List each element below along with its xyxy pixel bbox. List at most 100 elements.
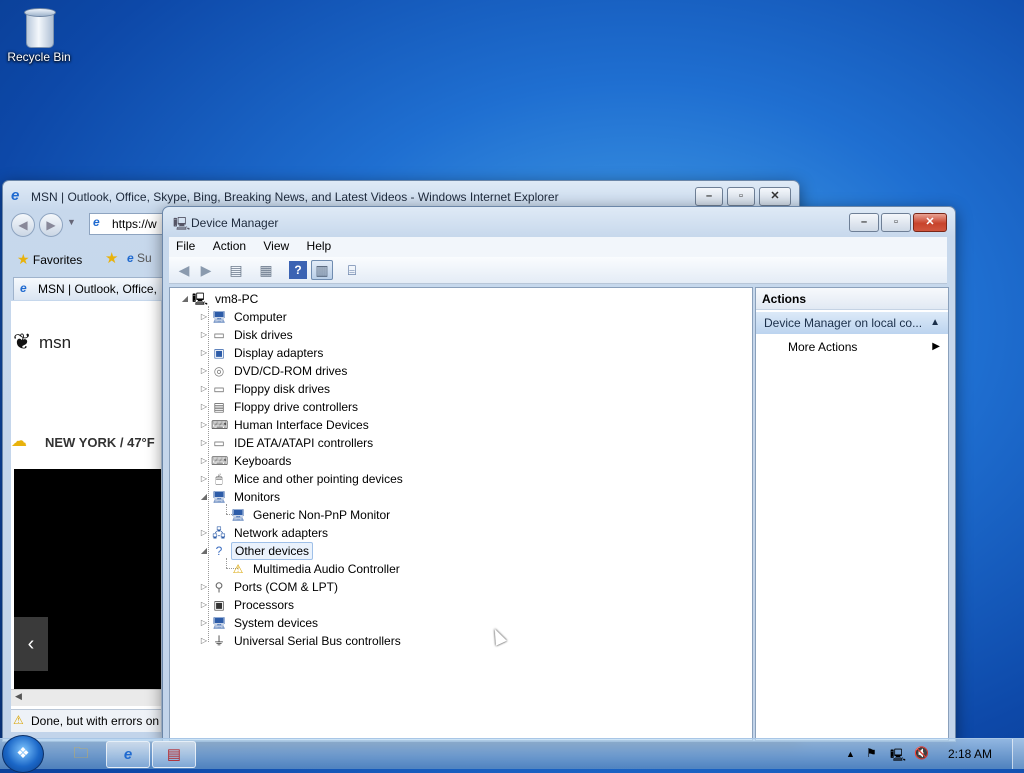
expand-arrow-icon[interactable]: ▷ — [199, 452, 209, 470]
ie-minimize-button[interactable]: – — [695, 187, 723, 206]
expand-arrow-icon[interactable]: ▷ — [199, 416, 209, 434]
collapse-up-icon[interactable]: ▲ — [930, 312, 940, 334]
action-pane-icon[interactable]: ▥ — [311, 260, 333, 280]
dm-close-button[interactable]: ✕ — [913, 213, 947, 232]
ie-address-bar[interactable]: e https://w — [89, 213, 171, 235]
tree-item-label: System devices — [234, 616, 319, 630]
recycle-bin[interactable]: Recycle Bin — [4, 6, 74, 64]
expand-arrow-icon[interactable]: ▷ — [199, 380, 209, 398]
weather-text[interactable]: NEW YORK / 47°F — [45, 435, 155, 450]
ie-tab-label: MSN | Outlook, Office, — [38, 282, 157, 296]
star-icon: ★ — [17, 251, 30, 267]
monitor-icon: 🖥 — [211, 490, 227, 504]
system-device-icon: 🖥 — [211, 616, 227, 630]
expand-arrow-icon[interactable]: ▷ — [199, 596, 209, 614]
ie-horizontal-scrollbar[interactable]: ◀ — [11, 689, 161, 706]
ie-suggested-label: Su — [137, 251, 152, 265]
actions-section-device-manager[interactable]: Device Manager on local co... ▲ — [756, 312, 948, 334]
carousel-prev-button[interactable]: ‹ — [14, 617, 48, 671]
more-actions-label: More Actions — [788, 340, 858, 354]
show-desktop-button[interactable] — [1012, 739, 1024, 769]
forward-arrow-icon[interactable]: ▶ — [197, 261, 215, 279]
computer-root-icon: 🖳 — [192, 292, 209, 306]
windows-logo-icon: ❖ — [16, 745, 30, 762]
expand-arrow-icon[interactable]: ▷ — [199, 524, 209, 542]
expand-arrow-icon[interactable]: ▷ — [199, 632, 209, 650]
show-hidden-icons-icon[interactable]: ▲ — [846, 749, 855, 759]
ie-maximize-button[interactable]: ▫ — [727, 187, 755, 206]
ie-close-button[interactable]: ✕ — [759, 187, 791, 206]
tree-root-label: vm8-PC — [215, 292, 259, 306]
display-adapter-icon: ▣ — [213, 346, 225, 360]
tree-item-label: Other devices — [231, 542, 314, 560]
menu-file[interactable]: File — [169, 237, 202, 256]
collapse-arrow-icon[interactable]: ◢ — [180, 290, 190, 308]
more-actions-item[interactable]: More Actions ▶ — [756, 336, 948, 358]
ie-back-button[interactable]: ◀ — [11, 213, 35, 237]
processor-icon: ▣ — [213, 598, 225, 612]
expand-arrow-icon[interactable]: ▷ — [199, 308, 209, 326]
ie-page-icon: e — [93, 215, 100, 229]
back-arrow-icon[interactable]: ◀ — [175, 261, 193, 279]
menu-view[interactable]: View — [256, 237, 296, 256]
dm-minimize-button[interactable]: – — [849, 213, 879, 232]
device-tree: ◢ 🖳 vm8-PC ▷ 🖥 Computer ▷ ▭ Disk drives … — [169, 287, 753, 741]
device-manager-title: Device Manager — [191, 216, 279, 230]
taskbar-explorer-button[interactable]: 🗀 — [60, 741, 102, 766]
msn-butterfly-icon: ❦ — [13, 329, 32, 354]
ie-forward-button[interactable]: ▶ — [39, 213, 63, 237]
menu-action[interactable]: Action — [206, 237, 253, 256]
ide-controller-icon: ▭ — [213, 436, 225, 450]
expand-arrow-icon[interactable]: ▷ — [199, 326, 209, 344]
warning-icon: ⚠ — [13, 713, 24, 727]
taskbar-device-manager-button[interactable]: ▤ — [152, 741, 196, 768]
console-tree-icon[interactable]: ▤ — [227, 261, 245, 279]
actions-section-label: Device Manager on local co... — [764, 316, 923, 330]
network-icon[interactable]: 🖳 — [890, 746, 906, 767]
expand-arrow-icon[interactable]: ▷ — [199, 470, 209, 488]
dm-maximize-button[interactable]: ▫ — [881, 213, 911, 232]
tree-item-label: Floppy disk drives — [234, 382, 331, 396]
port-icon: ⚲ — [214, 580, 224, 594]
expand-arrow-icon[interactable]: ▷ — [199, 344, 209, 362]
collapse-arrow-icon[interactable]: ◢ — [199, 542, 209, 560]
ie-status-bar: ⚠ Done, but with errors on — [11, 709, 161, 732]
submenu-arrow-icon: ▶ — [932, 341, 940, 352]
start-button[interactable]: ❖ — [2, 735, 44, 773]
device-manager-window[interactable]: 🖳 Device Manager – ▫ ✕ File Action View … — [162, 206, 956, 742]
taskbar-clock[interactable]: 2:18 AM — [948, 747, 992, 761]
ie-page-area: ❦ msn ☁ NEW YORK / 47°F ‹ ◀ — [11, 301, 161, 713]
taskbar-ie-button[interactable]: e — [106, 741, 150, 768]
ie-status-text: Done, but with errors on — [31, 714, 160, 728]
ie-history-dropdown[interactable]: ▼ — [67, 217, 76, 227]
ie-add-favorites-icon[interactable]: ★ — [105, 249, 118, 267]
ie-tab[interactable]: e MSN | Outlook, Office, — [13, 277, 165, 300]
menu-help[interactable]: Help — [300, 237, 339, 256]
tree-item-label: Network adapters — [234, 526, 329, 540]
collapse-arrow-icon[interactable]: ◢ — [199, 488, 209, 506]
ie-window-title: MSN | Outlook, Office, Skype, Bing, Brea… — [31, 190, 559, 204]
actions-header: Actions — [756, 288, 948, 310]
computer-icon: 🖥 — [211, 310, 227, 324]
volume-muted-icon[interactable]: 🔇 — [914, 746, 929, 760]
network-adapter-icon: 🖧 — [212, 526, 226, 540]
actions-pane: Actions Device Manager on local co... ▲ … — [755, 287, 949, 741]
ie-suggested-sites[interactable]: e Su — [127, 251, 152, 265]
action-center-flag-icon[interactable]: ⚑ — [866, 746, 877, 760]
expand-arrow-icon[interactable]: ▷ — [199, 362, 209, 380]
help-icon[interactable]: ? — [289, 261, 307, 279]
video-panel[interactable]: ‹ — [14, 469, 161, 689]
tree-item-label: Display adapters — [234, 346, 324, 360]
expand-arrow-icon[interactable]: ▷ — [199, 578, 209, 596]
ie-favorites-button[interactable]: ★ Favorites — [17, 251, 82, 268]
properties-icon[interactable]: ▦ — [257, 261, 275, 279]
dm-menu-bar: File Action View Help — [169, 237, 947, 257]
expand-arrow-icon[interactable]: ▷ — [199, 434, 209, 452]
expand-arrow-icon[interactable]: ▷ — [199, 398, 209, 416]
expand-arrow-icon[interactable]: ▷ — [199, 614, 209, 632]
tree-item-label: Computer — [234, 310, 287, 324]
taskbar: ❖ 🗀 e ▤ ▲ ⚑ 🖳 🔇 2:18 AM — [0, 735, 1024, 773]
scan-hardware-icon[interactable]: ⌸ — [343, 261, 361, 279]
unknown-device-icon: ? — [215, 544, 223, 558]
msn-logo[interactable]: msn — [39, 333, 71, 353]
